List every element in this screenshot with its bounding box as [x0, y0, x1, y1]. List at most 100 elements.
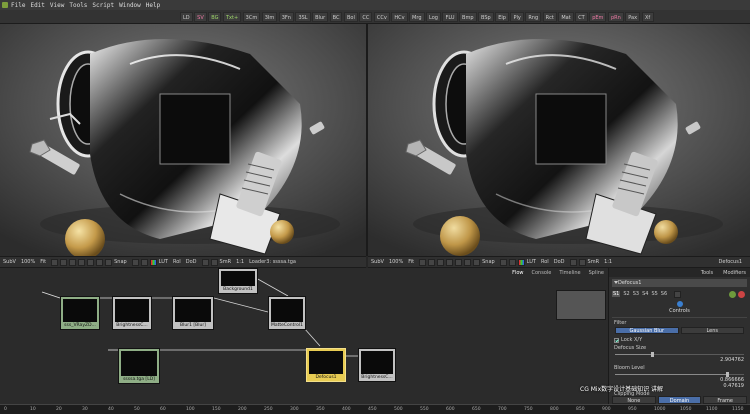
enable-icon[interactable] — [729, 290, 736, 298]
menu-tools[interactable]: Tools — [69, 2, 87, 9]
flow-node-brightness-2[interactable]: BrightnessC... — [358, 348, 396, 382]
roi-button[interactable]: RoI — [541, 259, 549, 265]
flow-node-defocus[interactable]: Defocus1 — [306, 348, 346, 382]
tool-button-ld[interactable]: LD — [180, 12, 193, 22]
channels-icon[interactable] — [149, 258, 157, 266]
tool-button-mrg[interactable]: Mrg — [409, 12, 425, 22]
flow-node-vray-zd[interactable]: sss_VRayZD... — [60, 296, 100, 330]
tool-button-ct[interactable]: CT — [575, 12, 588, 22]
menu-view[interactable]: View — [50, 2, 64, 9]
tool-button-prn[interactable]: pRn — [607, 12, 624, 22]
slot-1[interactable]: S1 — [612, 291, 621, 297]
viewer-left[interactable] — [0, 24, 366, 256]
tool-button-bc[interactable]: BC — [329, 12, 343, 22]
polygon-icon[interactable] — [428, 258, 436, 266]
clipping-frame[interactable]: Frame — [703, 396, 748, 404]
checker-icon[interactable] — [131, 258, 139, 266]
dod-button[interactable]: DoD — [554, 259, 565, 265]
clipping-domain[interactable]: Domain — [657, 396, 702, 404]
rect-icon[interactable] — [446, 258, 454, 266]
tool-button-3fn[interactable]: 3Fn — [278, 12, 294, 22]
smr-button[interactable]: SmR — [588, 259, 600, 265]
tool-button-3im[interactable]: 3Im — [261, 12, 278, 22]
tool-button-log[interactable]: Log — [426, 12, 441, 22]
slot-5[interactable]: S5 — [651, 291, 657, 297]
checker-icon[interactable] — [499, 258, 507, 266]
slot-6[interactable]: S6 — [661, 291, 667, 297]
tool-button-bsp[interactable]: BSp — [478, 12, 494, 22]
rect-icon[interactable] — [78, 258, 86, 266]
pin-icon[interactable] — [674, 290, 682, 298]
flow-panel[interactable]: sss_VRayZD... BrightnessC... Blur1 [Blur… — [0, 268, 608, 404]
snap-button[interactable]: Snap — [114, 259, 127, 265]
tool-button-pax[interactable]: Pax — [625, 12, 641, 22]
tool-button-bg[interactable]: BG — [208, 12, 222, 22]
ellipse-icon[interactable] — [87, 258, 95, 266]
subview-button[interactable]: SubV — [3, 259, 16, 265]
ratio-button[interactable]: 1:1 — [236, 259, 244, 265]
tool-button-sv[interactable]: SV — [194, 12, 207, 22]
tool-button-blur[interactable]: Blur — [312, 12, 329, 22]
slot-3[interactable]: S3 — [633, 291, 639, 297]
transform-icon[interactable] — [473, 258, 481, 266]
slider-knob[interactable] — [651, 352, 655, 357]
curve-icon[interactable] — [419, 258, 427, 266]
dod-button[interactable]: DoD — [186, 259, 197, 265]
tool-button-flu[interactable]: FLU — [442, 12, 458, 22]
tool-button-3sl[interactable]: 3SL — [295, 12, 311, 22]
flow-navigator[interactable] — [556, 290, 606, 320]
reset-icon[interactable] — [738, 290, 745, 298]
bspline-icon[interactable] — [437, 258, 445, 266]
tab-console[interactable]: Console — [532, 270, 552, 276]
bloom-level-slider[interactable] — [615, 372, 744, 377]
slot-2[interactable]: S2 — [623, 291, 629, 297]
defocus-size-slider[interactable] — [615, 352, 744, 357]
menu-help[interactable]: Help — [146, 2, 160, 9]
flow-node-loader[interactable]: ssssa.tga [LD] — [118, 348, 160, 384]
lock-icon[interactable] — [201, 258, 209, 266]
tool-button-xf[interactable]: Xf — [641, 12, 654, 22]
slot-4[interactable]: S4 — [642, 291, 648, 297]
tab-flow[interactable]: Flow — [512, 270, 523, 276]
tool-button-elp[interactable]: Elp — [495, 12, 509, 22]
channels-icon[interactable] — [517, 258, 525, 266]
tool-button-bmp[interactable]: Bmp — [459, 12, 477, 22]
transform-icon[interactable] — [105, 258, 113, 266]
defocus-size-value[interactable]: 2.904762 — [609, 357, 744, 363]
roi-button[interactable]: RoI — [173, 259, 181, 265]
lut-button[interactable]: LUT — [159, 259, 168, 265]
clipping-none[interactable]: None — [612, 396, 656, 404]
sync-icon[interactable] — [210, 258, 218, 266]
curve-icon[interactable] — [51, 258, 59, 266]
tool-button-3cm[interactable]: 3Cm — [242, 12, 261, 22]
subview-button[interactable]: SubV — [371, 259, 384, 265]
tool-button-cc[interactable]: CC — [359, 12, 373, 22]
tool-button-bol[interactable]: Bol — [343, 12, 358, 22]
viewer-right[interactable] — [368, 24, 750, 256]
tool-header[interactable]: Defocus1 — [612, 279, 747, 287]
tab-timeline[interactable]: Timeline — [559, 270, 580, 276]
lock-xy-checkbox[interactable]: Lock X/Y — [614, 337, 750, 343]
zoom-dropdown[interactable]: 100% — [389, 259, 403, 265]
tool-button-mat[interactable]: Mat — [558, 12, 574, 22]
controls-tab[interactable]: Controls — [609, 301, 750, 314]
text-tool-icon[interactable] — [96, 258, 104, 266]
flow-node-brightness-1[interactable]: BrightnessC... — [112, 296, 152, 330]
grid-icon[interactable] — [140, 258, 148, 266]
zoom-dropdown[interactable]: 100% — [21, 259, 35, 265]
ellipse-icon[interactable] — [455, 258, 463, 266]
tool-button-txt[interactable]: Txt+ — [222, 12, 242, 22]
bspline-icon[interactable] — [69, 258, 77, 266]
slider-knob[interactable] — [726, 372, 730, 377]
polygon-icon[interactable] — [60, 258, 68, 266]
tool-button-hcv[interactable]: HCv — [391, 12, 408, 22]
menu-edit[interactable]: Edit — [30, 2, 44, 9]
tab-tools[interactable]: Tools — [701, 270, 713, 276]
snap-button[interactable]: Snap — [482, 259, 495, 265]
fit-button[interactable]: Fit — [408, 259, 414, 265]
grid-icon[interactable] — [508, 258, 516, 266]
time-ruler[interactable]: 0 10 20 30 40 50 60 100 150 200 250 300 350 400 450 500… — [0, 404, 750, 414]
flow-node-matte-control[interactable]: MatteControl1 — [268, 296, 306, 330]
tool-button-rng[interactable]: Rng — [525, 12, 542, 22]
tab-spline[interactable]: Spline — [589, 270, 604, 276]
